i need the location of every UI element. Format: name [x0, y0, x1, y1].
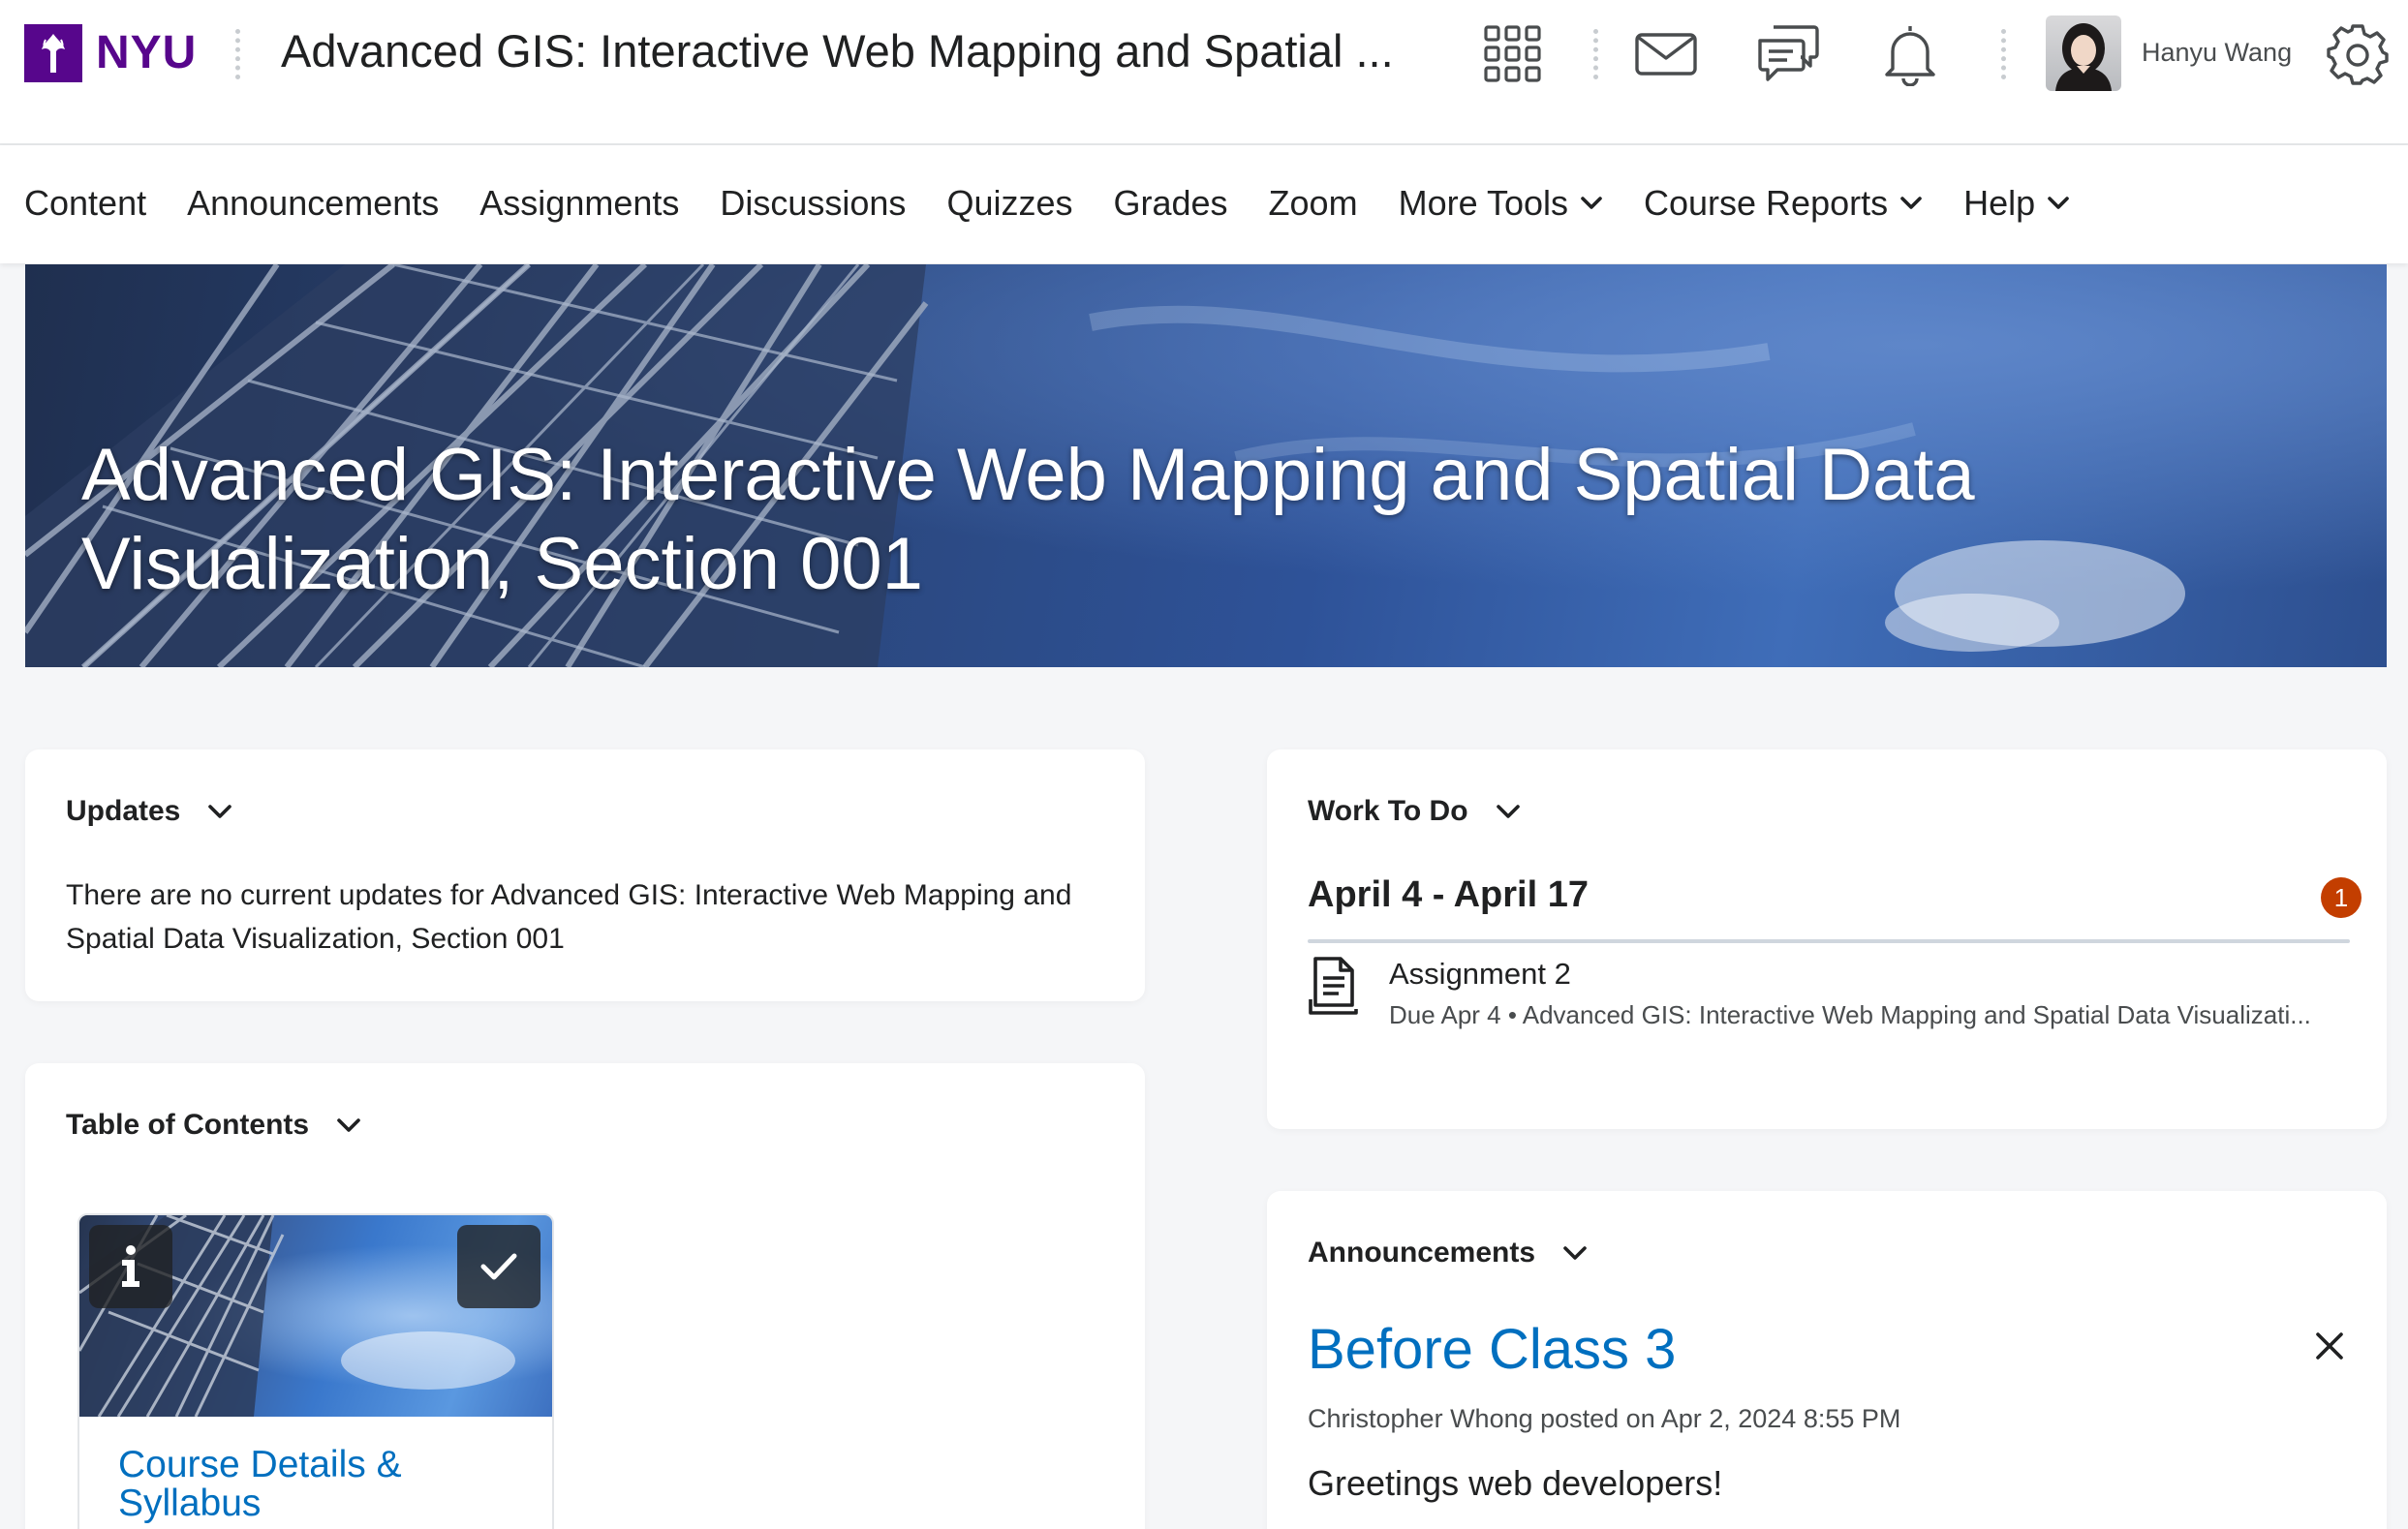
nav-item-grades[interactable]: Grades — [1113, 178, 1227, 229]
course-title[interactable]: Advanced GIS: Interactive Web Mapping an… — [281, 24, 1394, 78]
chevron-down-icon — [1496, 805, 1520, 818]
updates-card: Updates There are no current updates for… — [25, 749, 1145, 1001]
checkmark-icon — [480, 1253, 517, 1280]
updates-text: There are no current updates for Advance… — [66, 879, 1072, 955]
toc-card: Table of Contents Course Details & Sylla… — [25, 1063, 1145, 1529]
header-divider — [1593, 29, 1599, 79]
announcement-meta: Christopher Whong posted on Apr 2, 2024 … — [1308, 1404, 1901, 1433]
nav-item-assignments[interactable]: Assignments — [479, 178, 679, 229]
chevron-down-icon — [337, 1118, 360, 1132]
banner-title: Advanced GIS: Interactive Web Mapping an… — [81, 434, 1975, 605]
chevron-down-icon — [1581, 197, 1602, 209]
chevron-down-icon — [1563, 1246, 1587, 1260]
mail-icon[interactable] — [1629, 17, 1703, 91]
info-icon — [122, 1245, 139, 1287]
count-badge: 1 — [2321, 877, 2362, 918]
chat-icon[interactable] — [1751, 17, 1825, 91]
week-range: April 4 - April 17 — [1308, 874, 1589, 915]
assignment-meta: Due Apr 4 • Advanced GIS: Interactive We… — [1389, 1000, 2311, 1029]
nyu-logo[interactable]: NYU — [24, 24, 197, 82]
module-title-link[interactable]: Course Details & Syllabus — [118, 1446, 525, 1523]
card-heading: Announcements — [1308, 1237, 1536, 1269]
updates-header[interactable]: Updates — [66, 792, 232, 831]
nav-label: Announcements — [187, 183, 440, 223]
chevron-down-icon — [2048, 197, 2069, 209]
header-divider — [2001, 29, 2007, 79]
nav-label: Course Reports — [1644, 183, 1889, 223]
gear-icon[interactable] — [2321, 17, 2394, 91]
nav-item-zoom[interactable]: Zoom — [1269, 178, 1358, 229]
nav-label: Discussions — [720, 183, 907, 223]
nav-label: Content — [24, 183, 147, 223]
dismiss-button[interactable] — [2308, 1325, 2351, 1367]
nav-item-content[interactable]: Content — [24, 178, 146, 229]
card-heading: Table of Contents — [66, 1109, 310, 1141]
assignment-icon — [1308, 955, 1362, 1017]
nav-item-course-reports[interactable]: Course Reports — [1644, 178, 1923, 229]
week-divider — [1308, 939, 2350, 943]
nav-label: More Tools — [1398, 183, 1568, 223]
bell-icon[interactable] — [1873, 17, 1947, 91]
toc-module-tile[interactable]: Course Details & Syllabus — [77, 1213, 554, 1529]
nav-label: Quizzes — [946, 183, 1073, 223]
nav-item-more-tools[interactable]: More Tools — [1399, 178, 1603, 229]
nav-item-quizzes[interactable]: Quizzes — [946, 178, 1072, 229]
announcement-title-link[interactable]: Before Class 3 — [1308, 1315, 1676, 1385]
work-to-do-header[interactable]: Work To Do — [1308, 792, 1521, 831]
announcements-card: Announcements Before Class 3 Christopher… — [1267, 1191, 2387, 1529]
logo-text: NYU — [96, 27, 198, 78]
nav-label: Assignments — [479, 183, 680, 223]
header-divider — [235, 29, 241, 79]
nav-item-announcements[interactable]: Announcements — [187, 178, 439, 229]
close-icon — [2316, 1332, 2343, 1360]
nav-item-discussions[interactable]: Discussions — [720, 178, 906, 229]
info-button[interactable] — [89, 1225, 172, 1308]
nav-list: Content Announcements Assignments Discus… — [24, 178, 2111, 229]
card-heading: Updates — [66, 795, 181, 827]
announcement-body: Greetings web developers! — [1308, 1463, 1723, 1503]
user-name[interactable]: Hanyu Wang — [2142, 33, 2292, 72]
nav-label: Help — [1963, 183, 2036, 223]
assignment-title[interactable]: Assignment 2 — [1389, 953, 1571, 995]
chevron-down-icon — [208, 805, 232, 818]
course-banner: Advanced GIS: Interactive Web Mapping an… — [25, 264, 2387, 667]
top-header: NYU Advanced GIS: Interactive Web Mappin… — [0, 0, 2408, 145]
toc-header[interactable]: Table of Contents — [66, 1106, 361, 1145]
nav-label: Zoom — [1268, 183, 1358, 223]
complete-checkbox[interactable] — [457, 1225, 540, 1308]
announcements-header[interactable]: Announcements — [1308, 1234, 1588, 1272]
course-navbar: Content Announcements Assignments Discus… — [0, 145, 2408, 263]
waffle-icon[interactable] — [1476, 17, 1550, 91]
card-heading: Work To Do — [1308, 795, 1468, 827]
chevron-down-icon — [1900, 197, 1922, 209]
nav-item-help[interactable]: Help — [1963, 178, 2070, 229]
nav-label: Grades — [1113, 183, 1228, 223]
avatar[interactable] — [2046, 15, 2121, 91]
torch-icon — [24, 24, 82, 82]
work-to-do-card: Work To Do April 4 - April 17 1 Assignme… — [1267, 749, 2387, 1129]
